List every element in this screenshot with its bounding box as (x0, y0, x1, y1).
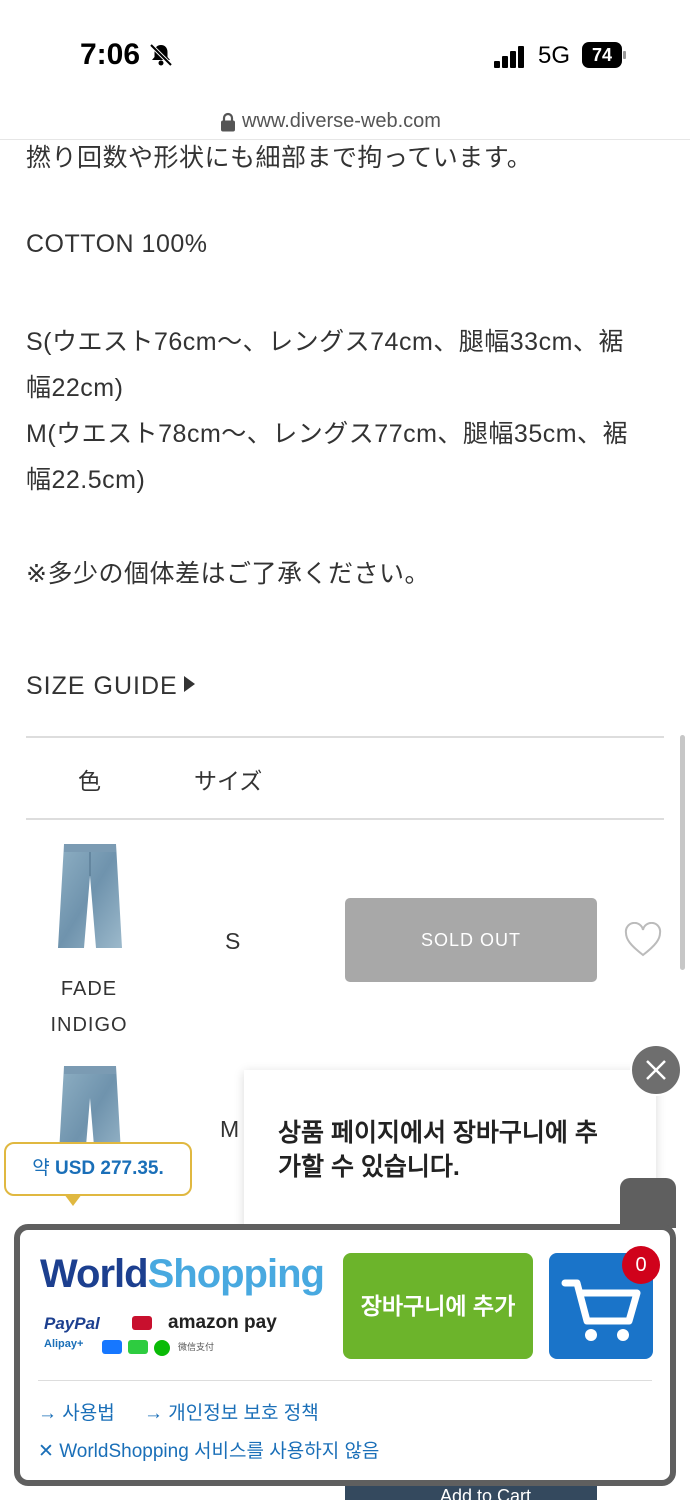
price-estimate-bubble: 약 USD 277.35. (4, 1142, 192, 1196)
size-m-measurements-cont: 幅22.5cm) (26, 466, 146, 494)
table-divider (26, 818, 664, 820)
status-time: 7:06 (80, 38, 141, 71)
price-bubble-tail (64, 1194, 82, 1206)
size-value: M (220, 1116, 240, 1142)
table-divider (26, 736, 664, 738)
price-amount: USD 277.35. (54, 1158, 164, 1179)
tooltip-text: 상품 페이지에서 장바구니에 추가할 수 있습니다. (278, 1119, 598, 1181)
worldshopping-panel: WorldShopping PayPal amazon pay Alipay+ … (14, 1224, 676, 1486)
cart-count-badge: 0 (622, 1246, 660, 1284)
opt-out-link[interactable]: ✕ WorldShopping 서비스를 사용하지 않음 (38, 1436, 379, 1463)
color-name-cont: INDIGO (50, 1014, 128, 1036)
worldshopping-logo: WorldShopping (40, 1252, 325, 1296)
address-bar[interactable]: www.diverse-web.com (0, 106, 690, 140)
size-value: S (225, 928, 241, 954)
how-to-use-link[interactable]: → 사용법 (38, 1398, 115, 1425)
size-m-measurements: M(ウエスト78cm〜、レングス77cm、腿幅35cm、裾 (26, 420, 629, 448)
privacy-policy-link[interactable]: → 개인정보 보호 정책 (144, 1398, 319, 1425)
add-to-cart-button[interactable]: 장바구니에 추가 (343, 1253, 533, 1359)
jeans-thumbnail (58, 844, 122, 948)
panel-tab (620, 1178, 676, 1228)
color-name: FADE (60, 978, 118, 1000)
close-icon: ✕ (38, 1441, 54, 1462)
wechat-pay-icon (154, 1340, 170, 1356)
arrow-right-icon: → (38, 1403, 57, 1424)
alipay-icon (102, 1340, 122, 1354)
bell-muted-icon (149, 43, 173, 67)
add-to-cart-tooltip: 상품 페이지에서 장바구니에 추가할 수 있습니다. (244, 1070, 656, 1230)
column-header-color: 色 (78, 768, 101, 794)
alipay-logo: Alipay+ (44, 1338, 84, 1350)
close-tooltip-button[interactable] (630, 1044, 682, 1096)
amazon-pay-logo: amazon pay (168, 1312, 277, 1333)
battery-icon: 74 (582, 42, 626, 68)
individual-difference-note: ※多少の個体差はご了承ください。 (26, 560, 430, 588)
unionpay-icon (132, 1316, 152, 1330)
material-text: COTTON 100% (26, 230, 208, 258)
heart-icon[interactable] (624, 922, 662, 958)
status-bar: 7:06 5G 74 (0, 0, 690, 110)
size-guide-link[interactable]: SIZE GUIDE (26, 672, 195, 701)
battery-level: 74 (591, 45, 613, 65)
url-text: www.diverse-web.com (242, 110, 441, 132)
close-icon (646, 1060, 666, 1080)
signal-icon (494, 46, 524, 68)
panel-divider (38, 1380, 652, 1381)
network-label: 5G (538, 42, 571, 69)
arrow-right-icon: → (144, 1403, 163, 1424)
paypal-logo: PayPal (44, 1314, 100, 1333)
column-header-size: サイズ (194, 768, 263, 794)
wechat-pay-logo: 微信支付 (178, 1342, 215, 1352)
size-s-measurements: S(ウエスト76cm〜、レングス74cm、腿幅33cm、裾 (26, 328, 624, 356)
lock-icon (221, 112, 235, 132)
price-prefix: 약 (32, 1158, 50, 1179)
size-s-measurements-cont: 幅22cm) (26, 374, 124, 402)
wechat-icon (128, 1340, 148, 1354)
description-line: 撚り回数や形状にも細部まで拘っています。 (26, 144, 533, 172)
triangle-right-icon (183, 676, 195, 692)
size-guide-label: SIZE GUIDE (26, 672, 178, 700)
sold-out-button: SOLD OUT (345, 898, 597, 982)
scrollbar[interactable] (680, 735, 685, 970)
